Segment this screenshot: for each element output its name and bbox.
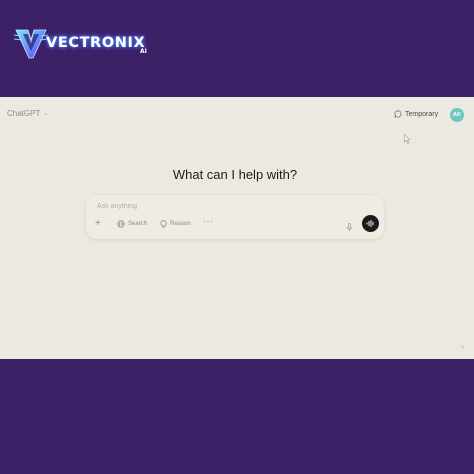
lightbulb-icon — [160, 220, 167, 228]
chat-bubble-icon — [394, 110, 402, 118]
reason-button[interactable]: Reason — [160, 220, 191, 228]
attach-button[interactable]: + — [95, 218, 101, 229]
screen: VECTRONIX AI ChatGPT ⌄ Temporary AK What… — [0, 0, 474, 474]
mouse-cursor-icon — [404, 134, 411, 144]
more-options-button[interactable]: ··· — [203, 216, 214, 226]
dictate-button[interactable] — [346, 219, 353, 237]
model-picker[interactable]: ChatGPT ⌄ — [7, 109, 48, 118]
brand-name: VECTRONIX — [46, 35, 146, 51]
page-title: What can I help with? — [172, 167, 298, 182]
prompt-input[interactable] — [97, 199, 337, 213]
model-picker-label: ChatGPT — [7, 109, 41, 118]
voice-mode-button[interactable] — [362, 215, 379, 232]
temporary-label: Temporary — [405, 110, 439, 118]
brand-logo: VECTRONIX AI — [14, 26, 147, 62]
avatar[interactable]: AK — [450, 108, 464, 122]
chat-window: ChatGPT ⌄ Temporary AK What can I help w… — [0, 97, 474, 359]
brand-suffix: AI — [140, 48, 147, 55]
temporary-chat-button[interactable]: Temporary — [394, 110, 438, 118]
help-button[interactable]: ? — [461, 346, 464, 352]
reason-label: Reason — [170, 221, 191, 227]
search-label: Search — [128, 221, 148, 227]
voice-mode-icon — [366, 220, 374, 227]
search-button[interactable]: Search — [117, 220, 147, 228]
chevron-down-icon: ⌄ — [43, 111, 49, 117]
v-shield-logo-icon — [14, 29, 48, 59]
globe-icon — [117, 220, 125, 228]
more-icon: ··· — [203, 216, 214, 226]
microphone-icon — [346, 223, 353, 232]
plus-icon: + — [95, 218, 101, 229]
composer: + Search Reason ··· — [86, 195, 384, 239]
